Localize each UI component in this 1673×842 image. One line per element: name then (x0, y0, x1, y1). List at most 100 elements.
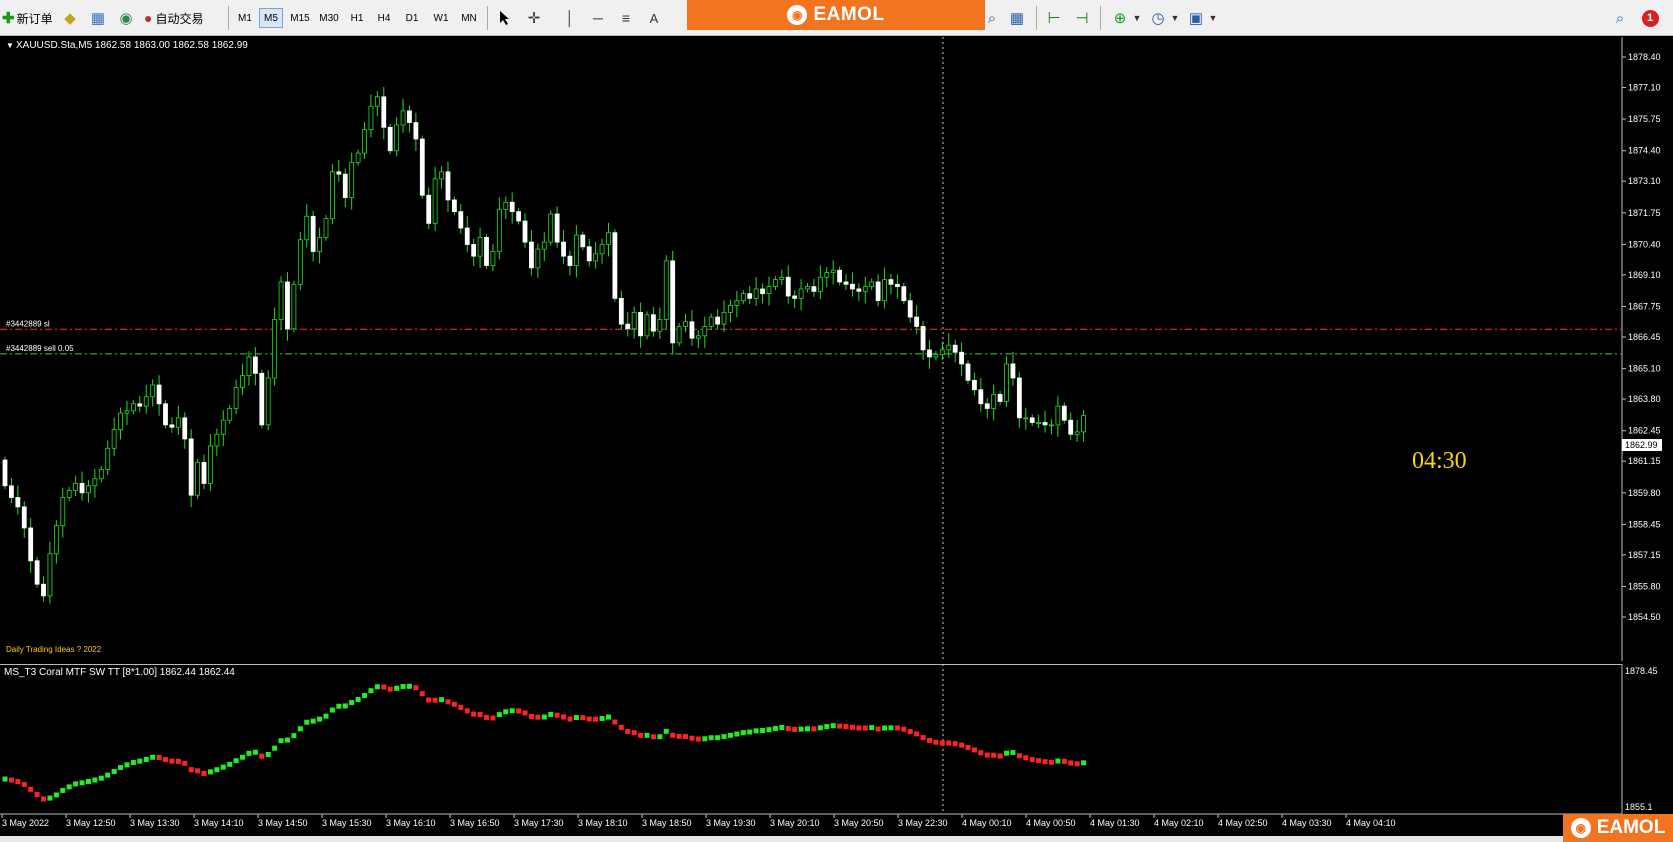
new-order-button[interactable]: ✚ 新订单 (2, 6, 53, 30)
coral-dot-down (650, 734, 656, 740)
search-icon[interactable]: ⌕ (1610, 8, 1630, 28)
candle-body-down (618, 297, 624, 325)
candle-body-up (991, 394, 997, 409)
coral-dot-up (207, 769, 213, 775)
cursor-icon[interactable] (495, 8, 515, 28)
indicators-dropdown-icon[interactable]: ▼ (1127, 8, 1147, 28)
candle-body-down (188, 438, 194, 496)
coral-dot-up (284, 737, 290, 743)
candle-body-down (907, 300, 913, 318)
market-watch-icon[interactable]: ◆ (60, 8, 80, 28)
coral-dot-down (464, 708, 470, 714)
candle-body-up (143, 396, 149, 407)
auto-trading-button[interactable]: ● 自动交易 (144, 6, 203, 30)
candle (297, 232, 303, 290)
text-tool-icon[interactable]: A (644, 8, 664, 28)
timeframe-m30[interactable]: M30 (316, 8, 342, 28)
candle-body-down (747, 293, 753, 299)
timeframe-m1[interactable]: M1 (234, 8, 256, 28)
coral-dot-up (779, 724, 785, 730)
candle-body-up (150, 384, 156, 398)
candle-body-up (1055, 405, 1061, 426)
coral-dot-down (458, 704, 464, 710)
candle-body-up (798, 288, 804, 299)
price-chart[interactable]: #3442889 sl #3442889 sell 0.05 1878.40 187… (0, 37, 1673, 661)
periodicity-dropdown-icon[interactable]: ▼ (1165, 8, 1185, 28)
coral-dot-up (1010, 750, 1016, 756)
candle-body-down (984, 403, 990, 409)
timeframe-h1[interactable]: H1 (346, 8, 368, 28)
coral-dot-down (907, 729, 913, 735)
coral-dot-down (920, 735, 926, 741)
timeframe-d1[interactable]: D1 (401, 8, 423, 28)
candle (419, 135, 425, 199)
coral-dot-up (355, 697, 361, 703)
terminal-icon[interactable]: ◉ (116, 8, 136, 28)
coral-dot-up (1004, 750, 1010, 756)
coral-dot-down (169, 758, 175, 764)
candle-body-down (407, 110, 412, 124)
coral-dot-up (888, 725, 894, 731)
timeframe-m5[interactable]: M5 (259, 8, 283, 28)
coral-dot-down (1029, 757, 1035, 763)
coral-dot-up (265, 752, 271, 758)
coral-dot-up (496, 712, 502, 718)
indicator-chart[interactable]: MS_T3 Coral MTF SW TT [8*1.00] 1862.44 1… (0, 664, 1673, 836)
candle (330, 164, 335, 225)
coral-dot-down (175, 758, 181, 764)
coral-dot-up (882, 725, 888, 731)
price-tick-label: 1867.75 (1628, 302, 1661, 312)
tile-windows-icon[interactable]: ▦ (1007, 8, 1027, 28)
timeframe-h4[interactable]: H4 (373, 8, 395, 28)
candle-body-up (773, 279, 778, 288)
templates-dropdown-icon[interactable]: ▼ (1203, 8, 1223, 28)
coral-dot-down (163, 757, 168, 763)
candle-body-up (355, 152, 361, 163)
coral-dot-up (599, 716, 605, 722)
candle-body-up (265, 377, 271, 426)
coral-dot-down (554, 712, 560, 718)
timeframe-m15[interactable]: M15 (287, 8, 313, 28)
autoscroll-icon[interactable]: ⊣ (1072, 8, 1092, 28)
navigator-icon[interactable]: ▦ (88, 8, 108, 28)
timeframe-w1[interactable]: W1 (429, 8, 453, 28)
candle-body-up (477, 237, 483, 257)
timeframe-mn[interactable]: MN (457, 8, 481, 28)
coral-dot-up (824, 724, 830, 730)
coral-dot-up (747, 729, 753, 735)
chart-header-arrow-icon[interactable]: ▼ (6, 41, 14, 50)
candle-body-down (9, 485, 14, 498)
candle-body-up (432, 178, 438, 224)
notifications-icon[interactable]: 1 (1640, 8, 1660, 28)
candle-body-down (285, 281, 290, 330)
candle-body-up (830, 269, 836, 273)
coral-dot-down (695, 736, 701, 742)
crosshair-icon[interactable]: ✛ (524, 8, 544, 28)
coral-dot-down (34, 792, 40, 798)
candle-body-up (593, 253, 599, 262)
time-tick-label: 3 May 20:10 (770, 818, 820, 828)
candle-body-up (394, 124, 400, 152)
horizontal-line-icon[interactable]: ─ (588, 8, 608, 28)
candle-body-down (15, 497, 21, 508)
price-tick-label: 1862.45 (1628, 426, 1661, 436)
coral-dot-down (946, 740, 952, 746)
candle-body-up (503, 201, 509, 210)
trendline-icon[interactable]: ≡ (616, 8, 636, 28)
coral-dot-down (625, 728, 631, 734)
chart-shift-icon[interactable]: ⊢ (1044, 8, 1064, 28)
coral-dot-down (984, 752, 990, 758)
candle (484, 233, 489, 270)
coral-dot-up (753, 728, 759, 734)
zoom-icon[interactable]: ⌕ (982, 8, 1002, 28)
candle-body-up (400, 110, 406, 126)
coral-dot-up (342, 703, 348, 709)
candle-body-down (426, 194, 432, 224)
vertical-line-icon[interactable]: │ (560, 8, 580, 28)
candle-body-up (124, 410, 130, 414)
indicator-background (0, 664, 1673, 836)
candle-body-down (927, 349, 932, 358)
candle-body-down (516, 211, 521, 222)
candle-body-up (368, 105, 374, 131)
eamol-logo-top: ◉ EAMOL (687, 0, 985, 30)
